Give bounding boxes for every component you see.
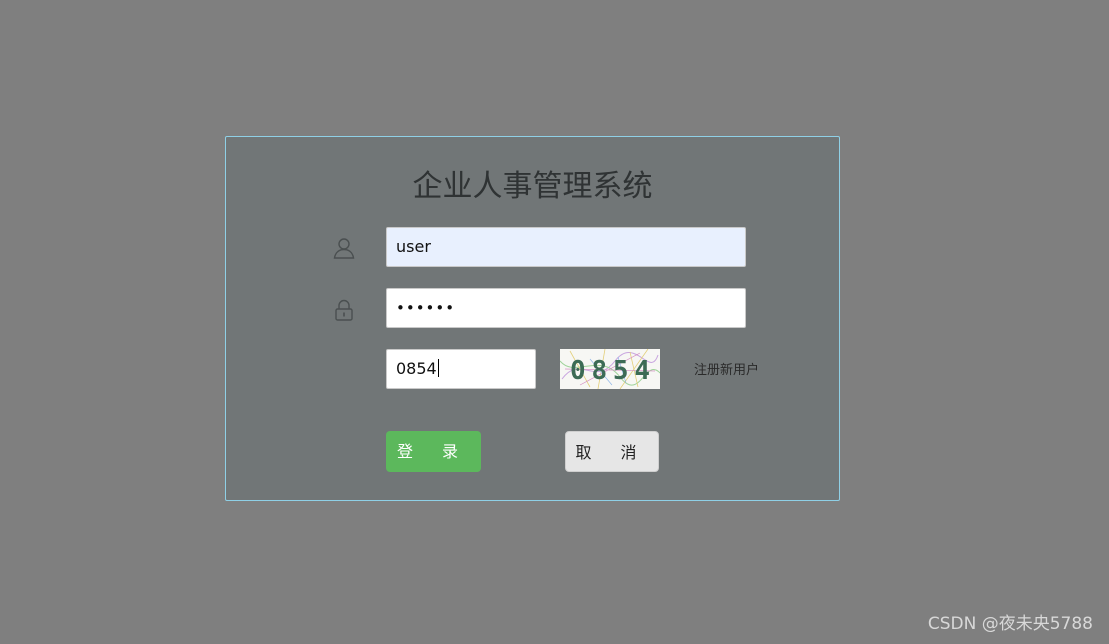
- cancel-button[interactable]: 取 消: [565, 431, 659, 472]
- captcha-input-value: 0854: [396, 359, 437, 378]
- page-title: 企业人事管理系统: [412, 169, 653, 204]
- lock-icon: [332, 298, 356, 322]
- captcha-image[interactable]: 0854: [560, 349, 660, 389]
- login-panel: 企业人事管理系统 user •••••• 0854 0854 注册新用户 登 录…: [225, 136, 840, 501]
- register-link[interactable]: 注册新用户: [694, 359, 759, 378]
- text-caret: [437, 359, 439, 377]
- username-input[interactable]: user: [386, 227, 746, 267]
- password-mask: ••••••: [396, 299, 456, 317]
- captcha-input[interactable]: 0854: [386, 349, 536, 389]
- watermark: CSDN @夜未央5788: [927, 614, 1093, 634]
- captcha-text: 0854: [570, 356, 654, 386]
- password-input[interactable]: ••••••: [386, 288, 746, 328]
- user-icon: [332, 236, 356, 260]
- login-button[interactable]: 登 录: [386, 431, 481, 472]
- page-background: 企业人事管理系统 user •••••• 0854 0854 注册新用户 登 录…: [0, 0, 1109, 644]
- username-value: user: [396, 237, 431, 256]
